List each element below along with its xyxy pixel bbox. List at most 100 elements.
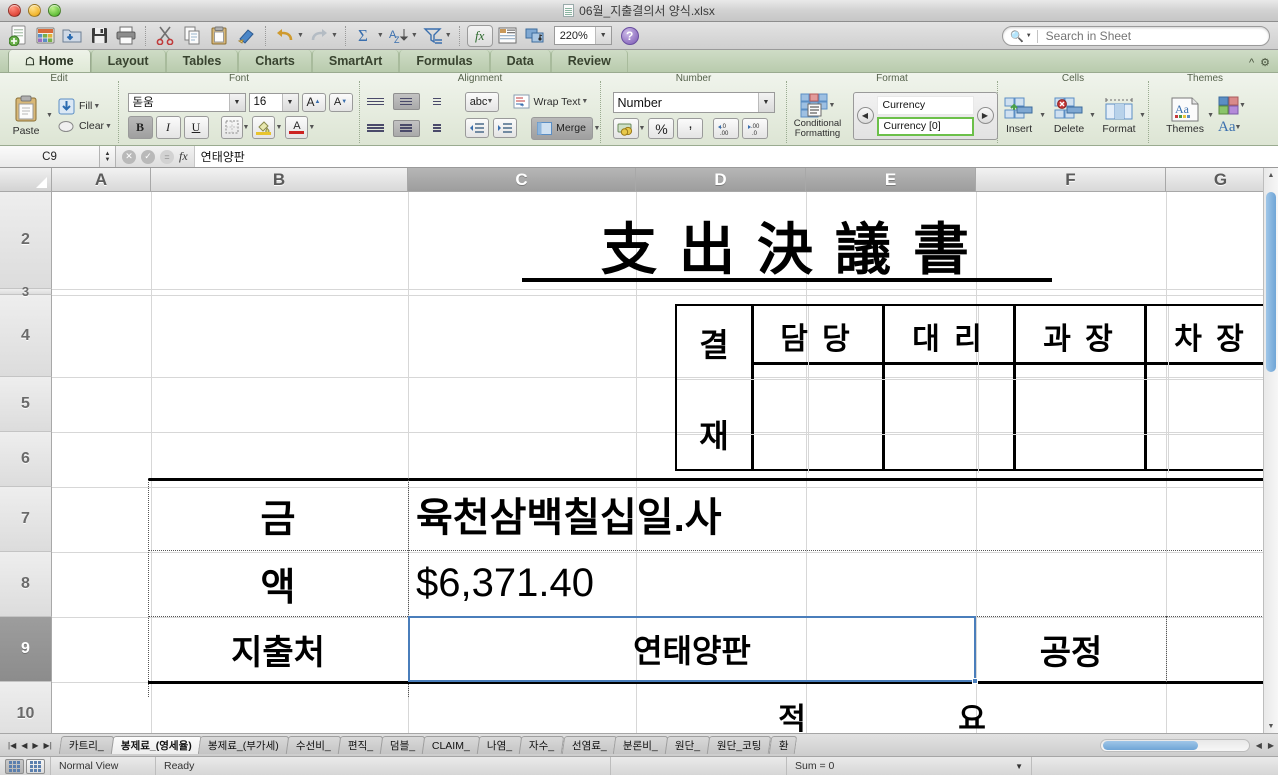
zoom-dropdown-caret[interactable]: ▼ (594, 27, 611, 44)
status-sum[interactable]: Sum = 0 ▼ (786, 757, 1031, 775)
grid-area[interactable]: 支 出 決 議 書 결 재 담 당 대 리 과 장 차 장 금 액 육천삼백칠십… (52, 192, 1278, 748)
undo-icon[interactable] (273, 24, 297, 48)
cut-icon[interactable] (153, 24, 177, 48)
zoom-control[interactable]: 220% ▼ (553, 26, 612, 45)
increase-indent-button[interactable] (492, 118, 517, 138)
theme-colors-dropdown-caret[interactable]: ▼ (1239, 102, 1246, 109)
help-icon[interactable]: ? (620, 26, 639, 45)
ribbon-settings-icon[interactable]: ⚙ (1260, 56, 1270, 69)
save-icon[interactable] (87, 24, 111, 48)
redo-icon[interactable] (307, 24, 331, 48)
accept-icon[interactable]: ✓ (141, 149, 155, 164)
filter-dropdown-caret[interactable]: ▼ (445, 32, 452, 39)
formula-input[interactable]: 연태양판 (193, 146, 1278, 167)
insert-dropdown-caret[interactable]: ▼ (1039, 112, 1046, 119)
format-painter-icon[interactable] (234, 24, 258, 48)
hscroll-right-arrow[interactable]: ▶ (1262, 741, 1274, 750)
themes-button[interactable]: Aa Themes (1162, 97, 1208, 135)
sheet-tab-7[interactable]: 나염_ (477, 736, 523, 754)
accounting-format-button[interactable] (612, 118, 639, 139)
sheet-tab-3[interactable]: 수선비_ (285, 736, 342, 754)
tab-home[interactable]: ☖ Home (8, 50, 91, 72)
underline-button[interactable]: U (183, 115, 209, 139)
column-header-d[interactable]: D (636, 168, 806, 192)
italic-button[interactable]: I (155, 115, 181, 139)
page-layout-view-button[interactable] (26, 758, 45, 774)
approval-label-1[interactable]: 결 (677, 320, 751, 365)
column-header-b[interactable]: B (151, 168, 408, 192)
sheet-tab-1[interactable]: 봉제료_(영세율) (110, 736, 202, 754)
last-sheet-icon[interactable]: ▶| (44, 741, 52, 750)
tab-tables[interactable]: Tables (165, 50, 239, 72)
next-sheet-icon[interactable]: ▶ (32, 741, 38, 750)
align-middle-button[interactable] (392, 93, 420, 110)
vertical-scroll-thumb[interactable] (1266, 192, 1276, 372)
approval-col-chajang[interactable]: 차 장 (1146, 312, 1275, 360)
amount-hangul-value[interactable]: 육천삼백칠십일.사 (412, 480, 1072, 548)
row-header-5[interactable]: 5 (0, 377, 52, 432)
open-template-icon[interactable] (33, 24, 57, 48)
sheet-tab-9[interactable]: 선염료_ (561, 736, 617, 754)
name-box[interactable]: C9 (0, 146, 100, 167)
column-header-a[interactable]: A (52, 168, 151, 192)
font-name-field[interactable]: 돋움 ▼ (127, 92, 246, 112)
decrease-indent-button[interactable] (464, 118, 489, 138)
cell-styles-gallery[interactable]: ◀ Currency Currency [0] ▶ (852, 91, 998, 140)
column-header-g[interactable]: G (1166, 168, 1276, 192)
row-header-7[interactable]: 7 (0, 487, 52, 552)
ribbon-caret-icon[interactable]: ^ (1249, 57, 1254, 69)
amount-label-1[interactable]: 금 (148, 482, 408, 548)
insert-cells-button[interactable]: Insert (998, 97, 1040, 135)
tab-charts[interactable]: Charts (238, 50, 312, 72)
font-color-button[interactable]: A (285, 115, 309, 139)
select-all-corner[interactable] (0, 168, 52, 192)
sort-icon[interactable]: AZ (387, 24, 411, 48)
bold-button[interactable]: B (127, 115, 153, 139)
fill-color-button[interactable] (252, 115, 276, 139)
row-header-6[interactable]: 6 (0, 432, 52, 487)
column-header-f[interactable]: F (976, 168, 1166, 192)
scroll-down-arrow[interactable]: ▼ (1264, 719, 1278, 733)
delete-dropdown-caret[interactable]: ▼ (1089, 112, 1096, 119)
fill-color-dropdown-caret[interactable]: ▼ (275, 124, 282, 131)
sum-dropdown-caret[interactable]: ▼ (1015, 762, 1023, 771)
payee-label[interactable]: 지출처 (148, 616, 408, 682)
new-document-icon[interactable] (6, 24, 30, 48)
row-header-2[interactable]: 2 (0, 192, 52, 289)
amount-numeric-value[interactable]: $6,371.40 (412, 550, 1072, 616)
align-top-button[interactable] (362, 93, 389, 110)
copy-icon[interactable] (180, 24, 204, 48)
horizontal-scrollbar[interactable] (1099, 738, 1250, 752)
font-size-dropdown-caret[interactable]: ▼ (281, 93, 298, 111)
number-format-dropdown-caret[interactable]: ▼ (757, 93, 774, 112)
font-size-field[interactable]: 16 ▼ (248, 92, 299, 112)
sheet-view-icon[interactable] (496, 24, 520, 48)
wrap-text-button[interactable]: Wrap Text ▼ (513, 94, 588, 109)
delete-cells-button[interactable]: Delete (1048, 97, 1090, 135)
conditional-formatting-dropdown-caret[interactable]: ▼ (829, 102, 836, 109)
sheet-tab-11[interactable]: 원단_ (665, 736, 711, 754)
row-header-4[interactable]: 4 (0, 295, 52, 377)
paste-dropdown-caret[interactable]: ▼ (46, 112, 53, 119)
approval-col-daeri[interactable]: 대 리 (884, 312, 1013, 360)
name-box-stepper[interactable]: ▲ ▼ (100, 146, 116, 167)
comma-format-button[interactable]: , (677, 116, 704, 139)
clear-dropdown-caret[interactable]: ▼ (105, 123, 112, 130)
cancel-icon[interactable]: ✕ (122, 149, 136, 164)
align-bottom-button[interactable] (424, 93, 451, 110)
fill-button[interactable]: Fill ▼ (58, 98, 112, 115)
gallery-prev-button[interactable]: ◀ (856, 107, 874, 124)
media-browser-icon[interactable] (523, 24, 547, 48)
format-dropdown-caret[interactable]: ▼ (1139, 112, 1146, 119)
shrink-font-button[interactable]: A ▼ (328, 92, 353, 112)
vertical-scrollbar[interactable]: ▲ ▼ (1263, 168, 1278, 733)
cell-style-currency[interactable]: Currency (876, 95, 974, 115)
number-format-field[interactable]: Number ▼ (612, 92, 775, 113)
scroll-up-arrow[interactable]: ▲ (1264, 168, 1278, 182)
process-label[interactable]: 공정 (976, 616, 1166, 682)
autosum-dropdown-caret[interactable]: ▼ (377, 32, 384, 39)
search-icon[interactable]: 🔍 (1010, 30, 1024, 43)
theme-colors-button[interactable]: ▼ (1218, 96, 1246, 116)
theme-fonts-dropdown-caret[interactable]: ▼ (1235, 124, 1242, 131)
fill-dropdown-caret[interactable]: ▼ (93, 103, 100, 110)
